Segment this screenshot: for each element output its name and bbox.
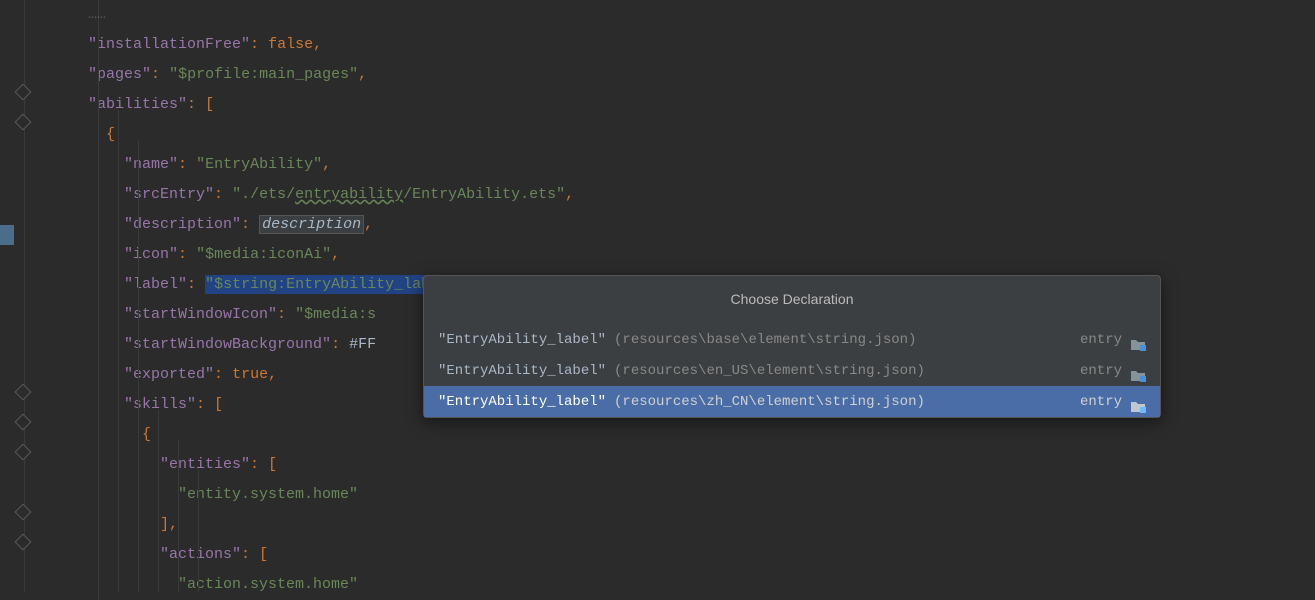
fold-icon[interactable] bbox=[14, 83, 32, 101]
code-line: { bbox=[52, 420, 1315, 450]
code-line: "installationFree": false, bbox=[52, 30, 1315, 60]
code-line: "icon": "$media:iconAi", bbox=[52, 240, 1315, 270]
code-line: "srcEntry": "./ets/entryability/EntryAbi… bbox=[52, 180, 1315, 210]
fold-icon[interactable] bbox=[14, 443, 32, 461]
declaration-path: (resources\en_US\element\string.json) bbox=[614, 356, 1080, 386]
declaration-name: "EntryAbility_label" bbox=[438, 356, 606, 386]
declaration-module: entry bbox=[1080, 387, 1122, 417]
code-line: "description": description, bbox=[52, 210, 1315, 240]
declaration-item[interactable]: "EntryAbility_label" (resources\en_US\el… bbox=[424, 355, 1160, 386]
fold-icon[interactable] bbox=[14, 503, 32, 521]
declaration-item[interactable]: "EntryAbility_label" (resources\base\ele… bbox=[424, 324, 1160, 355]
fold-icon[interactable] bbox=[14, 113, 32, 131]
declaration-module: entry bbox=[1080, 325, 1122, 355]
declaration-path: (resources\zh_CN\element\string.json) bbox=[614, 387, 1080, 417]
folder-icon bbox=[1130, 333, 1146, 347]
code-line: "entities": [ bbox=[52, 450, 1315, 480]
code-line: "entity.system.home" bbox=[52, 480, 1315, 510]
editor-gutter bbox=[0, 0, 48, 592]
code-line: "actions": [ bbox=[52, 540, 1315, 570]
fold-icon[interactable] bbox=[14, 533, 32, 551]
popup-title: Choose Declaration bbox=[424, 276, 1160, 324]
code-line: { bbox=[52, 120, 1315, 150]
folder-icon bbox=[1130, 395, 1146, 409]
declaration-name: "EntryAbility_label" bbox=[438, 387, 606, 417]
fold-icon[interactable] bbox=[14, 413, 32, 431]
caret-line-marker bbox=[0, 225, 14, 245]
folder-icon bbox=[1130, 364, 1146, 378]
declaration-module: entry bbox=[1080, 356, 1122, 386]
code-line: "abilities": [ bbox=[52, 90, 1315, 120]
code-line: "name": "EntryAbility", bbox=[52, 150, 1315, 180]
code-line: ], bbox=[52, 510, 1315, 540]
fold-icon[interactable] bbox=[14, 383, 32, 401]
declaration-item-selected[interactable]: "EntryAbility_label" (resources\zh_CN\el… bbox=[424, 386, 1160, 417]
declaration-name: "EntryAbility_label" bbox=[438, 325, 606, 355]
code-line: …… bbox=[52, 0, 1315, 30]
code-line: "action.system.home" bbox=[52, 570, 1315, 600]
code-line: "pages": "$profile:main_pages", bbox=[52, 60, 1315, 90]
choose-declaration-popup: Choose Declaration "EntryAbility_label" … bbox=[423, 275, 1161, 418]
declaration-path: (resources\base\element\string.json) bbox=[614, 325, 1080, 355]
